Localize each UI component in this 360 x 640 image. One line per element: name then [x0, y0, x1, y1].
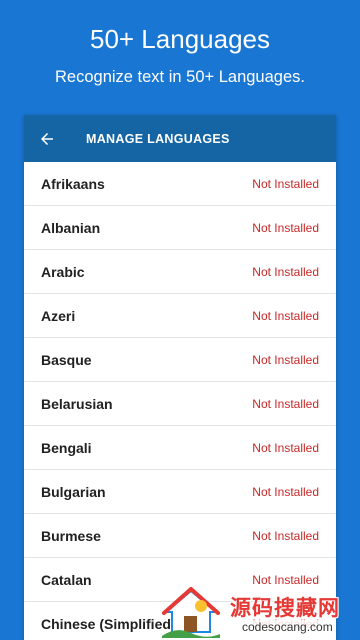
language-name: Bengali: [41, 439, 92, 456]
app-screen: MANAGE LANGUAGES Afrikaans Not Installed…: [24, 115, 336, 640]
language-row-bulgarian[interactable]: Bulgarian Not Installed: [24, 470, 336, 514]
language-name: Burmese: [41, 527, 101, 544]
language-status: Not Installed: [252, 176, 319, 191]
language-row-arabic[interactable]: Arabic Not Installed: [24, 250, 336, 294]
language-status: Not Installed: [252, 528, 319, 543]
language-status: Not Installed: [252, 572, 319, 587]
language-name: Arabic: [41, 263, 85, 280]
language-status: Not Installed: [252, 440, 319, 455]
language-name: Afrikaans: [41, 175, 105, 192]
language-row-chinese-simplified[interactable]: Chinese (Simplified) Not Installed: [24, 602, 336, 640]
language-name: Belarusian: [41, 395, 113, 412]
language-status: Not Installed: [252, 308, 319, 323]
language-name: Albanian: [41, 219, 101, 236]
language-status: Not Installed: [252, 352, 319, 367]
language-status: Not Installed: [252, 396, 319, 411]
language-name: Basque: [41, 351, 92, 368]
language-row-afrikaans[interactable]: Afrikaans Not Installed: [24, 162, 336, 206]
promo-screen: 50+ Languages Recognize text in 50+ Lang…: [0, 0, 360, 640]
language-row-belarusian[interactable]: Belarusian Not Installed: [24, 382, 336, 426]
promo-subtitle: Recognize text in 50+ Languages.: [55, 68, 305, 86]
language-row-burmese[interactable]: Burmese Not Installed: [24, 514, 336, 558]
language-status: Not Installed: [252, 616, 319, 631]
language-row-albanian[interactable]: Albanian Not Installed: [24, 206, 336, 250]
language-name: Azeri: [41, 307, 76, 324]
language-name: Chinese (Simplified): [41, 615, 176, 632]
language-status: Not Installed: [252, 264, 319, 279]
arrow-left-icon: [41, 132, 53, 145]
app-bar-title: MANAGE LANGUAGES: [86, 131, 230, 146]
language-name: Bulgarian: [41, 483, 106, 500]
language-row-bengali[interactable]: Bengali Not Installed: [24, 426, 336, 470]
language-status: Not Installed: [252, 220, 319, 235]
app-bar: MANAGE LANGUAGES: [24, 115, 336, 162]
language-name: Catalan: [41, 571, 92, 588]
language-status: Not Installed: [252, 484, 319, 499]
language-row-catalan[interactable]: Catalan Not Installed: [24, 558, 336, 602]
back-button[interactable]: [24, 115, 70, 162]
language-row-azeri[interactable]: Azeri Not Installed: [24, 294, 336, 338]
language-row-basque[interactable]: Basque Not Installed: [24, 338, 336, 382]
language-list: Afrikaans Not Installed Albanian Not Ins…: [24, 162, 336, 640]
promo-headline: 50+ Languages: [89, 24, 270, 54]
